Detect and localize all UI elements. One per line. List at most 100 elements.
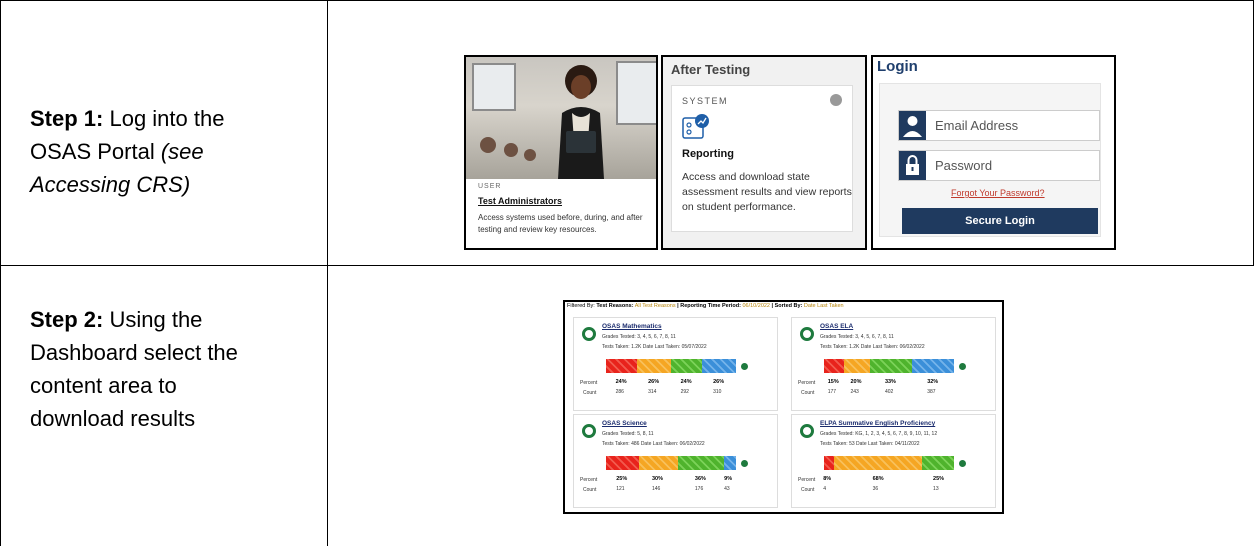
- count-value: 292: [680, 389, 689, 395]
- filter-reasons-value[interactable]: All Test Reasons: [634, 303, 676, 309]
- filter-sort-label: | Sorted By:: [770, 303, 803, 309]
- performance-bar[interactable]: [824, 359, 954, 373]
- step2-line2: Dashboard select the: [30, 340, 238, 365]
- user-card[interactable]: USER Test Administrators Access systems …: [464, 55, 658, 250]
- bar-segment[interactable]: [824, 456, 835, 470]
- dashboard-tile[interactable]: ELPA Summative English Proficiency Grades…: [791, 414, 996, 508]
- info-icon[interactable]: [741, 460, 748, 467]
- count-label: Count: [801, 487, 815, 493]
- window-image: [616, 61, 656, 125]
- dashboard-tile[interactable]: OSAS Science Grades Tested: 5, 8, 11 Tests…: [573, 414, 778, 508]
- filter-period-label: | Reporting Time Period:: [675, 303, 741, 309]
- user-role-label: USER: [478, 183, 502, 190]
- count-value: 13: [933, 486, 939, 492]
- lock-icon: [899, 151, 926, 180]
- count-value: 36: [872, 486, 879, 492]
- bar-segment[interactable]: [638, 456, 678, 470]
- step2-line3: content area to: [30, 373, 177, 398]
- bar-segment[interactable]: [606, 456, 639, 470]
- system-label: SYSTEM: [682, 96, 729, 106]
- filter-period-value[interactable]: 06/10/2022: [741, 303, 770, 309]
- dashboard-tile[interactable]: OSAS ELA Grades Tested: 3, 4, 5, 6, 7, 8,…: [791, 317, 996, 411]
- percent-value: 9%: [724, 476, 733, 482]
- forgot-password-link[interactable]: Forgot Your Password?: [951, 188, 1045, 198]
- subject-name-link[interactable]: OSAS Science: [602, 420, 647, 427]
- tests-taken: Tests Taken: 53 Date Last Taken: 04/11/2…: [820, 441, 920, 447]
- step1-italic-line3: Accessing CRS): [30, 172, 191, 197]
- subject-name-link[interactable]: ELPA Summative English Proficiency: [820, 420, 935, 427]
- tests-taken: Tests Taken: 486 Date Last Taken: 06/02/…: [602, 441, 705, 447]
- percent-value: 25%: [933, 476, 945, 482]
- performance-bar[interactable]: [606, 359, 736, 373]
- performance-bar[interactable]: [824, 456, 955, 470]
- percent-value: 26%: [713, 379, 725, 385]
- student-figure: [504, 143, 518, 157]
- percent-label: Percent: [798, 477, 816, 483]
- step1-line2: OSAS Portal: [30, 139, 161, 164]
- grades-tested: Grades Tested: KG, 1, 2, 3, 4, 5, 6, 7, …: [820, 431, 938, 437]
- bar-segment[interactable]: [724, 456, 736, 470]
- bar-segment[interactable]: [677, 456, 725, 470]
- subject-name-link[interactable]: OSAS ELA: [820, 323, 853, 330]
- bar-segment[interactable]: [606, 359, 638, 373]
- percent-value: 25%: [616, 476, 628, 482]
- filter-sort-value[interactable]: Date Last Taken: [802, 303, 844, 309]
- performance-bar[interactable]: [606, 456, 736, 470]
- secure-login-button[interactable]: Secure Login: [902, 208, 1098, 234]
- dashboard-screenshot: Filtered By: Test Reasons: All Test Reas…: [563, 300, 1004, 514]
- bar-segment[interactable]: [912, 359, 954, 373]
- info-icon[interactable]: [959, 460, 966, 467]
- percent-label: Percent: [580, 380, 598, 386]
- table-border-left: [0, 0, 1, 546]
- percent-value: 15%: [827, 379, 839, 385]
- after-testing-panel: After Testing SYSTEM Reporting Access an…: [661, 55, 867, 250]
- bar-segment[interactable]: [921, 456, 955, 470]
- percent-value: 32%: [927, 379, 939, 385]
- tests-taken: Tests Taken: 1.2K Date Last Taken: 05/07…: [602, 344, 707, 350]
- grades-tested: Grades Tested: 3, 4, 5, 6, 7, 8, 11: [602, 334, 676, 340]
- bar-segment[interactable]: [843, 359, 870, 373]
- student-figure: [524, 149, 536, 161]
- percent-label: Percent: [580, 477, 598, 483]
- reporting-description: Access and download state assessment res…: [682, 171, 852, 213]
- student-figure: [480, 137, 496, 153]
- count-value: 243: [850, 389, 859, 395]
- count-value: 121: [616, 486, 625, 492]
- info-icon[interactable]: [741, 363, 748, 370]
- bar-segment[interactable]: [869, 359, 913, 373]
- table-border-top: [0, 0, 1254, 1]
- step2-label: Step 2:: [30, 307, 104, 332]
- bar-segment[interactable]: [670, 359, 703, 373]
- email-field[interactable]: Email Address: [898, 110, 1100, 141]
- user-icon: [899, 111, 926, 140]
- subject-name-link[interactable]: OSAS Mathematics: [602, 323, 662, 330]
- login-panel: Login Email Address Password Forgot Your…: [871, 55, 1116, 250]
- grades-tested: Grades Tested: 5, 8, 11: [602, 431, 654, 437]
- bar-segment[interactable]: [834, 456, 922, 470]
- count-label: Count: [801, 390, 815, 396]
- step2-line4: download results: [30, 406, 196, 431]
- password-field[interactable]: Password: [898, 150, 1100, 181]
- login-header: Login: [877, 58, 918, 75]
- percent-value: 33%: [884, 379, 896, 385]
- percent-value: 20%: [850, 379, 862, 385]
- percent-value: 36%: [694, 476, 706, 482]
- reporting-title[interactable]: Reporting: [682, 148, 734, 160]
- bar-segment[interactable]: [637, 359, 671, 373]
- percent-value: 8%: [823, 476, 832, 482]
- count-value: 146: [652, 486, 661, 492]
- count-value: 314: [648, 389, 657, 395]
- magnifier-chart-icon: [800, 424, 814, 438]
- reporting-system-card[interactable]: SYSTEM Reporting Access and download sta…: [671, 85, 853, 232]
- count-value: 4: [823, 486, 826, 492]
- percent-value: 26%: [648, 379, 660, 385]
- dashboard-tile[interactable]: OSAS Mathematics Grades Tested: 3, 4, 5, …: [573, 317, 778, 411]
- bar-segment[interactable]: [702, 359, 736, 373]
- tests-taken: Tests Taken: 1.2K Date Last Taken: 06/02…: [820, 344, 925, 350]
- window-image: [472, 63, 516, 111]
- count-value: 176: [694, 486, 704, 492]
- user-card-title[interactable]: Test Administrators: [478, 196, 562, 206]
- after-testing-header: After Testing: [671, 62, 751, 77]
- info-icon[interactable]: [959, 363, 966, 370]
- bar-segment[interactable]: [824, 359, 844, 373]
